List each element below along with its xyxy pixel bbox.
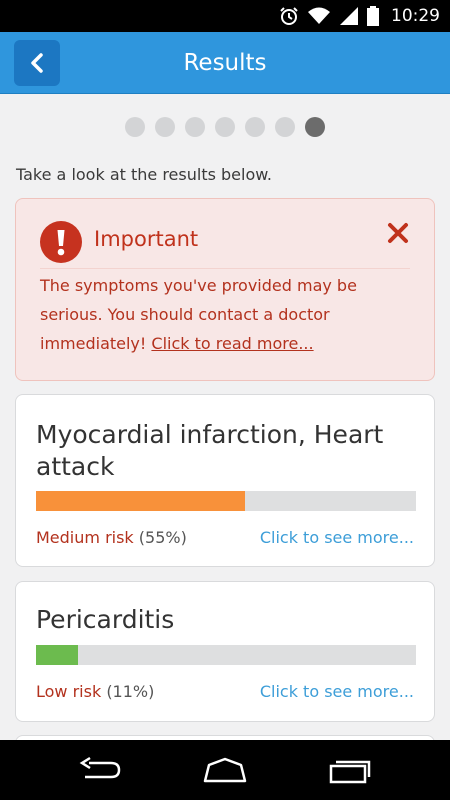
alert-divider	[40, 268, 410, 269]
pager-dot	[275, 117, 295, 137]
status-bar: 10:29	[0, 0, 450, 32]
alarm-icon	[280, 7, 298, 25]
result-card: Myocardial infarction, Heart attack Medi…	[15, 394, 435, 567]
pager-dot	[185, 117, 205, 137]
status-time: 10:29	[391, 6, 440, 26]
alert-message: The symptoms you've provided may be seri…	[40, 271, 414, 358]
nav-home-button[interactable]	[200, 754, 250, 786]
pager-dots	[0, 117, 450, 137]
home-icon	[203, 757, 247, 783]
risk-label: Medium risk	[36, 528, 134, 547]
risk-percent: (11%)	[106, 682, 155, 701]
back-button[interactable]	[14, 40, 60, 86]
result-card: Pericarditis Low risk (11%) Click to see…	[15, 581, 435, 722]
signal-icon	[340, 7, 358, 25]
intro-text: Take a look at the results below.	[16, 165, 272, 184]
close-icon[interactable]	[386, 221, 410, 245]
battery-icon	[367, 6, 379, 26]
risk-row: Medium risk (55%) Click to see more...	[36, 527, 414, 549]
risk-label: Low risk	[36, 682, 102, 701]
risk-bar	[36, 645, 416, 665]
page-title: Results	[183, 50, 267, 76]
status-icons: 10:29	[279, 0, 440, 32]
alert-title: Important	[94, 227, 199, 251]
condition-name: Pericarditis	[36, 605, 175, 634]
recent-apps-icon	[329, 760, 371, 784]
back-arrow-icon	[79, 756, 121, 779]
pager-dot	[155, 117, 175, 137]
pager-dot	[305, 117, 325, 137]
app-header: Results	[0, 32, 450, 94]
important-alert: Important The symptoms you've provided m…	[15, 198, 435, 381]
condition-name: Myocardial infarction, Heart attack	[36, 420, 384, 481]
nav-recent-button[interactable]	[325, 754, 375, 786]
wifi-icon	[308, 7, 330, 24]
risk-row: Low risk (11%) Click to see more...	[36, 681, 414, 703]
read-more-link[interactable]: Click to read more...	[151, 334, 313, 353]
pager-dot	[125, 117, 145, 137]
pager-dot	[215, 117, 235, 137]
risk-bar-fill	[36, 491, 245, 511]
pager-dot	[245, 117, 265, 137]
see-more-link[interactable]: Click to see more...	[260, 527, 414, 549]
risk-percent: (55%)	[138, 528, 187, 547]
see-more-link[interactable]: Click to see more...	[260, 681, 414, 703]
nav-back-button[interactable]	[75, 754, 125, 786]
exclamation-icon	[40, 221, 82, 263]
navigation-bar	[0, 740, 450, 800]
risk-bar-fill	[36, 645, 78, 665]
chevron-left-icon	[31, 53, 43, 73]
risk-bar	[36, 491, 416, 511]
